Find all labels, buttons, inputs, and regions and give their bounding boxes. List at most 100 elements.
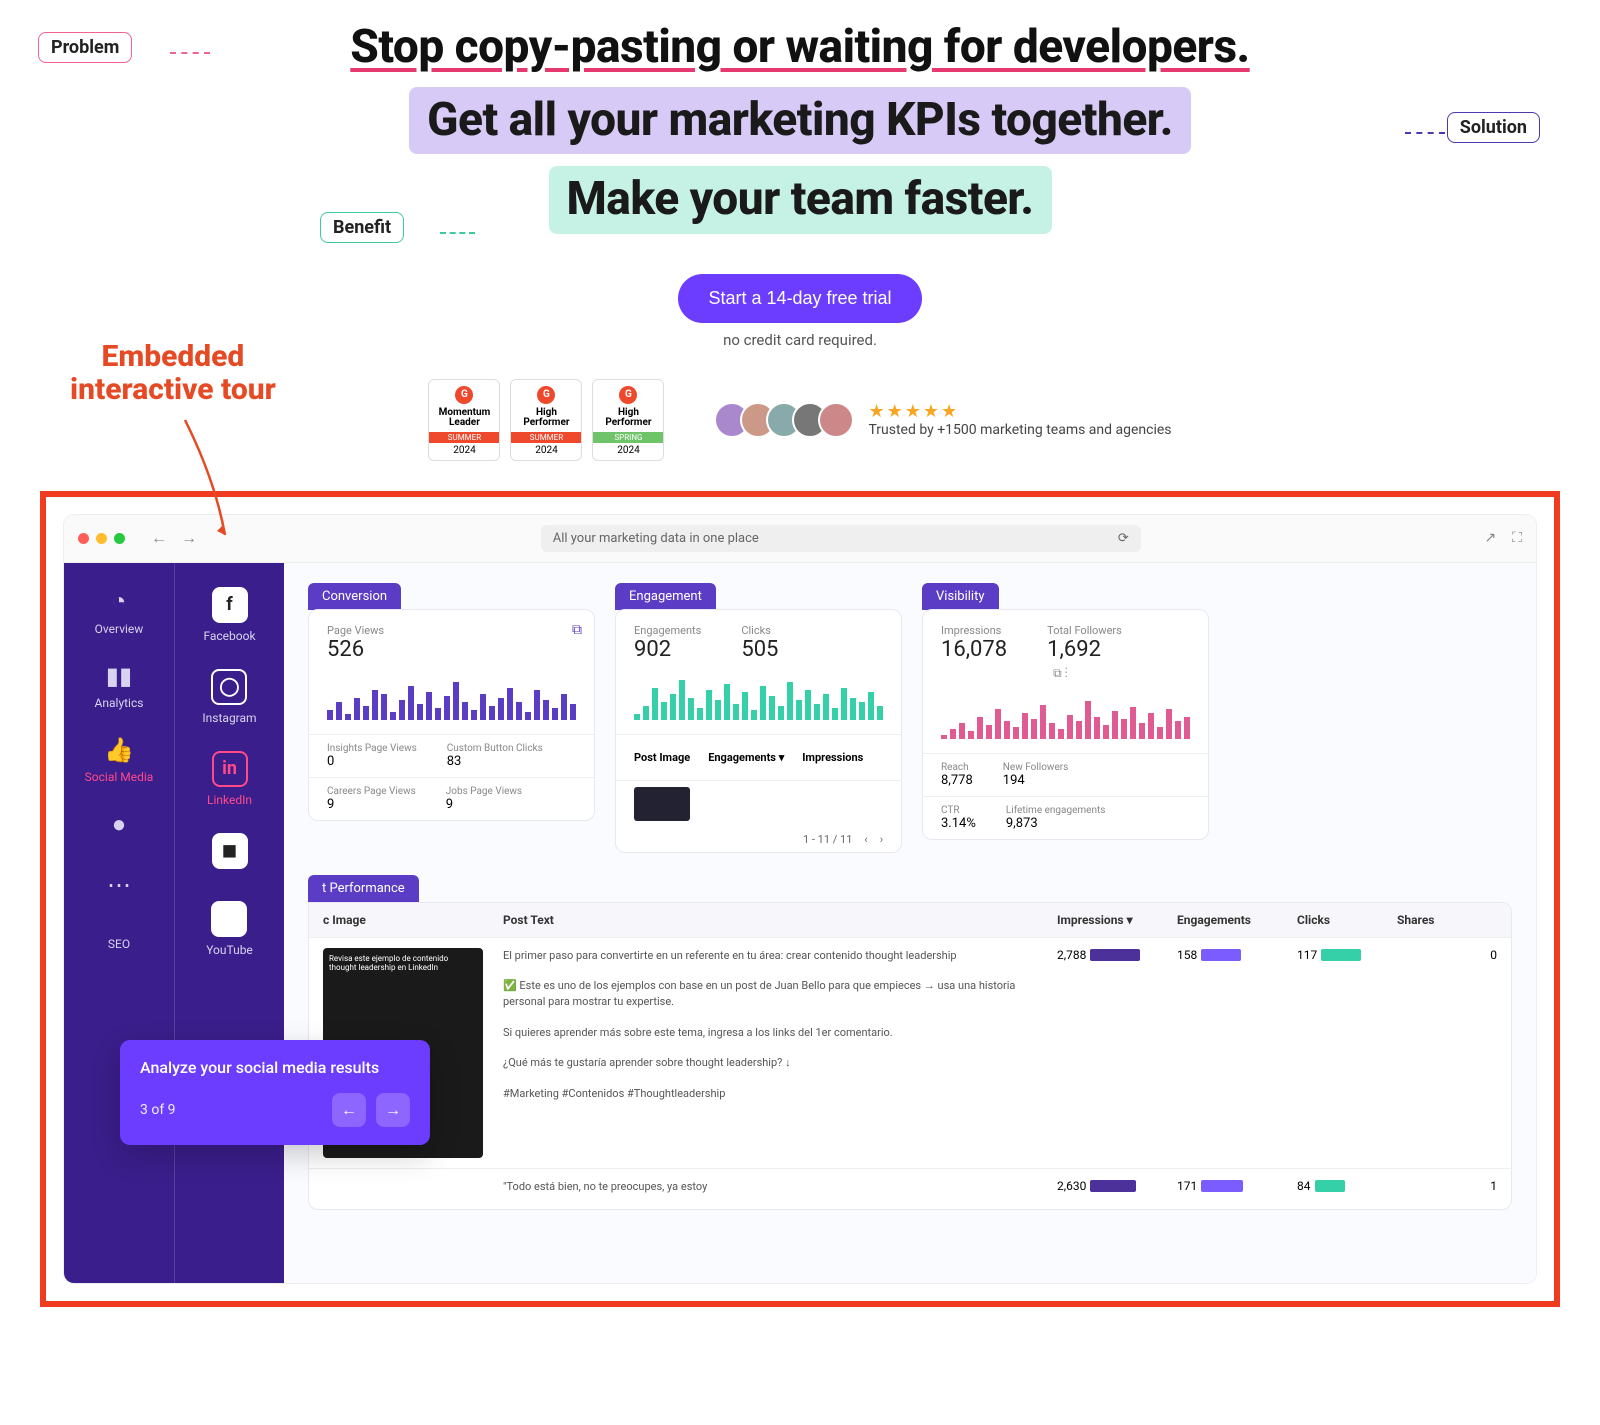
post-image-thumb <box>323 1179 483 1199</box>
open-external-icon[interactable]: ↗ <box>1484 530 1496 546</box>
kpi-value: 902 <box>634 637 701 662</box>
kpi-label: Impressions <box>941 624 1007 637</box>
cell-shares: 1 <box>1490 1179 1497 1193</box>
more-icon[interactable]: ⧉ ⋮ <box>1053 666 1068 680</box>
tour-title: Analyze your social media results <box>140 1058 410 1077</box>
linkedin-icon: in <box>212 751 248 787</box>
refresh-icon[interactable]: ⟳ <box>1118 531 1129 546</box>
avatar <box>818 402 854 438</box>
close-icon[interactable] <box>78 533 89 544</box>
back-icon[interactable]: ← <box>151 528 167 548</box>
card-tab-visibility[interactable]: Visibility <box>922 583 999 610</box>
cell-impressions: 2,630 <box>1057 1179 1086 1193</box>
kpi-label: Clicks <box>741 624 778 637</box>
cell-clicks: 117 <box>1297 948 1317 962</box>
col-engagements: Engagements <box>1177 913 1297 927</box>
embedded-tour-frame: ← → All your marketing data in one place… <box>40 491 1560 1307</box>
url-bar[interactable]: All your marketing data in one place ⟳ <box>541 525 1141 552</box>
card-expand-icon[interactable]: ⧉ <box>572 622 582 638</box>
col-impressions[interactable]: Impressions ▾ <box>1057 913 1177 927</box>
dash-problem <box>170 52 210 54</box>
maximize-icon[interactable] <box>114 533 125 544</box>
kpi-value: 526 <box>327 637 576 662</box>
browser-toolbar: ← → All your marketing data in one place… <box>64 515 1536 563</box>
post-thumb <box>634 787 690 821</box>
sidebar-item-youtube[interactable]: YouTube <box>206 901 253 957</box>
headline-line2: Get all your marketing KPIs together. <box>409 87 1191 154</box>
prev-icon[interactable]: ‹ <box>864 833 867 846</box>
metric-label: Lifetime engagements <box>1006 805 1106 816</box>
metric-value: 9 <box>446 797 522 812</box>
g2-badge: GHighPerformerSUMMER2024 <box>510 379 582 461</box>
dot2-icon: ⋯ <box>107 871 131 899</box>
browser-window: ← → All your marketing data in one place… <box>64 515 1536 1283</box>
sidebar-item-twitter[interactable]: ◼ <box>212 833 248 875</box>
sidebar-item-dot2[interactable]: ⋯ <box>107 871 131 905</box>
start-trial-button[interactable]: Start a 14-day free trial <box>678 274 921 323</box>
sidebar-item-dot1[interactable]: ● <box>112 810 127 845</box>
sidebar-item-seo[interactable]: SEO <box>108 931 130 951</box>
card-visibility: Visibility Impressions16,078 Total Follo… <box>922 583 1209 853</box>
kpi-value: 1,692 <box>1047 637 1122 662</box>
metric-value: 83 <box>447 754 543 769</box>
tour-prev-button[interactable]: ← <box>332 1093 366 1127</box>
stars-icon: ★★★★★ <box>868 401 1171 422</box>
instagram-icon: ◯ <box>211 669 247 705</box>
g2-badges: GMomentumLeaderSUMMER2024GHighPerformerS… <box>428 379 664 461</box>
bar-impressions <box>1090 1180 1136 1192</box>
kpi-value: 505 <box>741 637 778 662</box>
kpi-label: Page Views <box>327 624 576 637</box>
sidebar-item-instagram[interactable]: ◯Instagram <box>202 669 256 725</box>
annotation-embedded-tour: Embedded interactive tour <box>70 340 276 406</box>
metric-label: New Followers <box>1003 762 1069 773</box>
tour-next-button[interactable]: → <box>376 1093 410 1127</box>
bar-impressions <box>1090 949 1140 961</box>
sidebar-item-analytics[interactable]: ▮▮Analytics <box>95 662 144 710</box>
cell-engagements: 158 <box>1177 948 1197 962</box>
tour-tooltip: Analyze your social media results 3 of 9… <box>120 1040 430 1145</box>
tag-benefit: Benefit <box>320 212 404 243</box>
bar-clicks <box>1315 1180 1345 1192</box>
sidebar-primary: ◔Overview ▮▮Analytics 👍Social Media ● ⋯ SEO <box>64 563 174 1283</box>
col-header: Impressions <box>802 751 863 764</box>
g2-badge: GMomentumLeaderSUMMER2024 <box>428 379 500 461</box>
sidebar-secondary: fFacebook ◯Instagram inLinkedIn ◼ YouTube <box>174 563 284 1283</box>
minimize-icon[interactable] <box>96 533 107 544</box>
metric-label: CTR <box>941 805 976 816</box>
col-image: c Image <box>323 913 503 927</box>
sidebar-item-social-media[interactable]: 👍Social Media <box>85 736 154 784</box>
headline-line3: Make your team faster. <box>549 166 1052 233</box>
next-icon[interactable]: › <box>880 833 883 846</box>
card-tab-engagement[interactable]: Engagement <box>615 583 716 610</box>
col-clicks: Clicks <box>1297 913 1397 927</box>
table-row[interactable]: Revisa este ejemplo de contenido thought… <box>309 937 1511 1168</box>
sparkline <box>941 691 1190 739</box>
fullscreen-icon[interactable]: ⛶ <box>1512 530 1522 546</box>
twitter-icon: ◼ <box>212 833 248 869</box>
trusted-text: Trusted by +1500 marketing teams and age… <box>868 422 1171 438</box>
metric-value: 3.14% <box>941 816 976 831</box>
kpi-value: 16,078 <box>941 637 1007 662</box>
sparkline <box>634 672 883 720</box>
kpi-label: Engagements <box>634 624 701 637</box>
col-shares: Shares <box>1397 913 1497 927</box>
metric-label: Custom Button Clicks <box>447 743 543 754</box>
annotation-arrow-icon <box>175 420 235 540</box>
sidebar-item-facebook[interactable]: fFacebook <box>203 587 255 643</box>
col-header[interactable]: Engagements ▾ <box>708 751 784 764</box>
post-performance-tab[interactable]: t Performance <box>308 875 419 902</box>
dot1-icon: ● <box>112 810 127 839</box>
card-tab-conversion[interactable]: Conversion <box>308 583 401 610</box>
trusted-block: ★★★★★ Trusted by +1500 marketing teams a… <box>724 401 1171 438</box>
sidebar-item-linkedin[interactable]: inLinkedIn <box>207 751 252 807</box>
card-engagement: Engagement Engagements902 Clicks505 <box>615 583 902 853</box>
tag-solution: Solution <box>1447 112 1540 143</box>
table-row[interactable]: "Todo está bien, no te preocupes, ya est… <box>309 1168 1511 1209</box>
cell-engagements: 171 <box>1177 1179 1197 1193</box>
post-text: El primer paso para convertirte en un re… <box>503 948 1057 1102</box>
analytics-icon: ▮▮ <box>106 662 132 690</box>
kpi-label: Total Followers <box>1047 624 1122 637</box>
sidebar-item-overview[interactable]: ◔Overview <box>95 587 144 636</box>
metric-label: Insights Page Views <box>327 743 417 754</box>
tag-problem: Problem <box>38 32 132 63</box>
